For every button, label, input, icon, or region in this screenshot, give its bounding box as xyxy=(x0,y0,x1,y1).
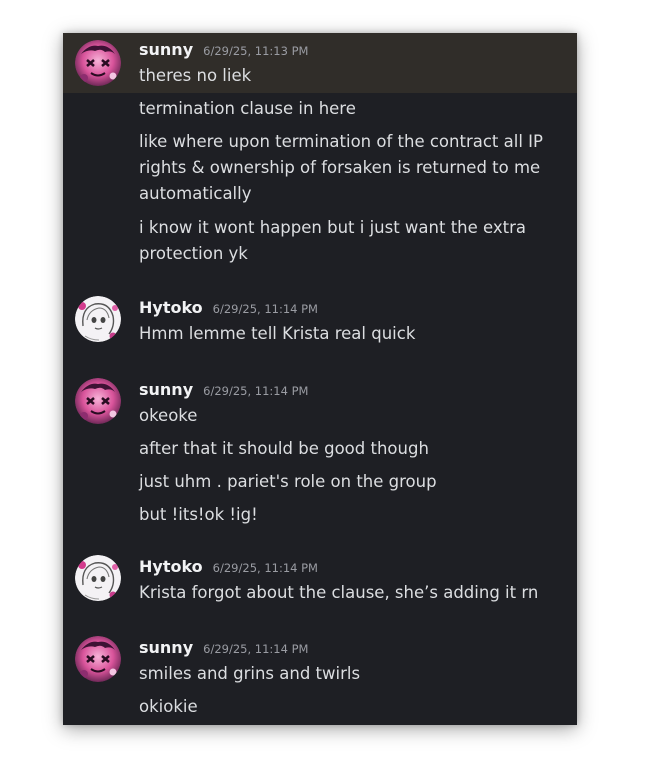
message-header: sunny 6/29/25, 11:13 PM xyxy=(139,40,308,59)
avatar[interactable] xyxy=(75,40,121,86)
message-header: sunny 6/29/25, 11:14 PM xyxy=(139,638,308,657)
message-text: smiles and grins and twirls xyxy=(139,664,361,683)
timestamp[interactable]: 6/29/25, 11:14 PM xyxy=(203,642,308,656)
avatar[interactable] xyxy=(75,296,121,342)
timestamp[interactable]: 6/29/25, 11:14 PM xyxy=(213,561,318,575)
message-text: just uhm . pariet's role on the group xyxy=(139,472,437,491)
username[interactable]: Hytoko xyxy=(139,557,203,576)
chat-panel: sunny 6/29/25, 11:13 PM theres no liek t… xyxy=(63,33,577,725)
avatar[interactable] xyxy=(75,378,121,424)
username[interactable]: sunny xyxy=(139,638,193,657)
message-group: sunny 6/29/25, 11:14 PM smiles and grins… xyxy=(63,631,577,725)
message-group: sunny 6/29/25, 11:13 PM theres no liek t… xyxy=(63,33,577,273)
message-text: but !its!ok !ig! xyxy=(139,505,258,524)
message-group: Hytoko 6/29/25, 11:14 PM Krista forgot a… xyxy=(63,550,577,620)
message-text: okiokie xyxy=(139,697,198,716)
message-header: Hytoko 6/29/25, 11:14 PM xyxy=(139,557,318,576)
message-text: termination clause in here xyxy=(139,99,356,118)
message-group: Hytoko 6/29/25, 11:14 PM Hmm lemme tell … xyxy=(63,291,577,361)
timestamp[interactable]: 6/29/25, 11:13 PM xyxy=(203,44,308,58)
username[interactable]: sunny xyxy=(139,380,193,399)
message-text: Krista forgot about the clause, she’s ad… xyxy=(139,583,539,602)
avatar[interactable] xyxy=(75,555,121,601)
username[interactable]: Hytoko xyxy=(139,298,203,317)
message-group: sunny 6/29/25, 11:14 PM okeoke after tha… xyxy=(63,373,577,533)
timestamp[interactable]: 6/29/25, 11:14 PM xyxy=(203,384,308,398)
message-text: okeoke xyxy=(139,406,198,425)
message-text: i know it wont happen but i just want th… xyxy=(139,218,532,263)
message-text: Hmm lemme tell Krista real quick xyxy=(139,324,416,343)
timestamp[interactable]: 6/29/25, 11:14 PM xyxy=(213,302,318,316)
message-header: Hytoko 6/29/25, 11:14 PM xyxy=(139,298,318,317)
message-header: sunny 6/29/25, 11:14 PM xyxy=(139,380,308,399)
avatar[interactable] xyxy=(75,636,121,682)
message-text: like where upon termination of the contr… xyxy=(139,132,549,203)
username[interactable]: sunny xyxy=(139,40,193,59)
message-text: theres no liek xyxy=(139,66,252,85)
message-text: after that it should be good though xyxy=(139,439,429,458)
